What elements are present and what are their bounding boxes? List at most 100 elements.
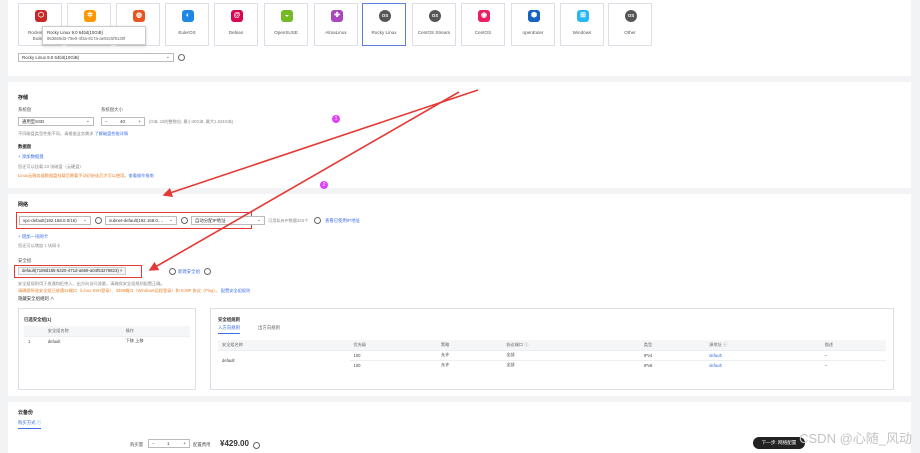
table-cell: default (43, 335, 122, 346)
refresh-icon[interactable] (181, 217, 188, 224)
disk-size-stepper[interactable]: − 40 + (101, 117, 145, 126)
watermark-text: CSDN @心随_风动 (799, 431, 912, 446)
hide-rules-toggle[interactable]: 隐藏安全组规则 ∧ (18, 296, 54, 302)
tooltip-image-id: 953669d3-79e0-4f3a-817a-ae92c5f9130f (47, 36, 126, 41)
refresh-icon[interactable] (314, 217, 321, 224)
refresh-icon[interactable] (178, 54, 185, 61)
data-disk-warning: Linux云服务器数据盘挂载后需要手动初始化后才可以使用。查看操作指南 (18, 173, 154, 178)
table-cell: IPv6 (639, 359, 706, 370)
opensuse-icon: ◒ (281, 10, 293, 22)
os-card-label: AlmaLinux (325, 30, 347, 35)
add-nic-button[interactable]: + 增加一块网卡 (18, 234, 48, 240)
configure-rules-link[interactable]: 配置安全组规则 (221, 288, 250, 293)
security-group-tag[interactable]: default(7189d185-5220-471d-a659-a04f5327… (18, 267, 127, 275)
column-header (24, 326, 44, 336)
table-cell: 允许 (436, 349, 503, 360)
disk-type-select[interactable]: 通用型SSD ⌄ (18, 117, 94, 126)
hexagon-icon: ⬡ (35, 10, 47, 22)
ip-mode-value: 自动分配IP地址 (195, 218, 226, 223)
chevron-down-icon: ⌄ (165, 54, 170, 60)
column-header: 策略 (436, 340, 503, 350)
security-group-hint: 安全组规则用于放通和拒绝入、出方向访问流量，请确保安全组规则配置正确。 (18, 281, 165, 286)
os-card-label: Other (624, 30, 636, 35)
table-cell: 100 (349, 349, 437, 360)
column-header: 安全组名称 (43, 326, 122, 336)
pinwheel-icon: ✲ (84, 10, 96, 22)
rules-title: 安全组规则 (218, 317, 240, 322)
os-card[interactable]: ◐ EulerOS (165, 3, 209, 46)
os-card[interactable]: ◉ CentOS (461, 3, 505, 46)
os-card-label: Debian (228, 30, 244, 35)
vpc-value: vpc-default(192.168.0.0/16) (23, 218, 77, 223)
view-used-ip-link[interactable]: 查看已使用IP地址 (325, 218, 360, 224)
centos-stream-icon: OS (429, 10, 441, 22)
os-card-label: CentOS Stream (417, 30, 451, 35)
column-header: 优先级 (349, 340, 437, 350)
os-card-label: Windows (572, 30, 592, 35)
column-header: 描述 (820, 340, 886, 350)
os-card[interactable]: ◒ OpenSUSE (264, 3, 308, 46)
os-card-label: Rocky Linux (371, 30, 397, 35)
windows-icon: ⊞ (577, 10, 589, 22)
table-cell[interactable]: default (705, 359, 821, 370)
os-card[interactable]: @ Debian (214, 3, 258, 46)
table-cell: 全部 (502, 359, 640, 370)
increment-button[interactable]: + (138, 118, 141, 125)
os-card[interactable]: OS Other (608, 3, 652, 46)
os-card[interactable]: OS CentOS Stream (412, 3, 456, 46)
private-ip-hint: 可用私有IP数量243个 (268, 218, 309, 223)
security-group-title: 安全组 (18, 258, 32, 263)
os-card[interactable]: ⬢ openEuler (511, 3, 555, 46)
euleros-icon: ◐ (182, 10, 194, 22)
table-row: default 100 允许 全部 IPv4 default -- (218, 349, 886, 370)
vpc-select[interactable]: vpc-default(192.168.0.0/16) ⌄ (19, 216, 91, 225)
backup-mode-label[interactable]: 购买方式 ⓘ (18, 420, 42, 429)
disk-size-label: 系统盘大小 (101, 107, 123, 112)
openeuler-icon: ⬢ (528, 10, 540, 22)
chevron-down-icon: ⌄ (82, 217, 87, 223)
subnet-value: subnet-default(192.168.0.… (109, 218, 164, 223)
storage-title: 存储 (18, 95, 29, 101)
next-button[interactable]: 下一步: 网络配置 (753, 437, 805, 449)
price-info-icon[interactable] (253, 442, 260, 449)
os-card-label: OpenSUSE (274, 30, 298, 35)
disk-performance-link[interactable]: 了解磁盘性能详情 (95, 131, 129, 136)
table-cell: 1 (24, 335, 44, 346)
table-cell[interactable]: default (705, 349, 821, 360)
os-card[interactable]: ⊞ Windows (560, 3, 604, 46)
annotation-marker-2: 2 (320, 181, 328, 189)
column-header: 类型 (639, 340, 706, 350)
image-version-value: Rocky Linux 9.0 64bit(10GiB) (22, 55, 80, 60)
table-cell[interactable]: 下移 上移 (121, 335, 190, 346)
disk-type-hint: 不同磁盘类型性能不同，请根据业务需求 了解磁盘性能详情 (18, 131, 129, 136)
ip-mode-select[interactable]: 自动分配IP地址 ⌄ (191, 216, 265, 225)
quantity-label: 购买量 (130, 442, 144, 447)
nic-count-hint: 您还可以增加 1 块网卡 (18, 243, 61, 248)
tab-inbound[interactable]: 入方向规则 (218, 325, 240, 334)
decrement-button[interactable]: − (105, 118, 108, 125)
subnet-select[interactable]: subnet-default(192.168.0.… ⌄ (105, 216, 177, 225)
refresh-icon[interactable] (169, 268, 176, 275)
price-label: 配置费用 (193, 442, 211, 447)
close-icon[interactable]: × (120, 268, 123, 273)
os-card[interactable]: ✤ AlmaLinux (314, 3, 358, 46)
table-cell: -- (820, 349, 886, 360)
quantity-stepper[interactable]: − 1 + (148, 439, 190, 448)
network-title: 网络 (18, 202, 29, 208)
increment-button[interactable]: + (183, 440, 186, 447)
table-cell: 全部 (502, 349, 640, 360)
os-card[interactable]: OS Rocky Linux (362, 3, 406, 46)
disk-type-label: 系统盘 (18, 107, 32, 112)
tab-outbound[interactable]: 出方向规则 (258, 325, 280, 333)
refresh-icon[interactable] (95, 217, 102, 224)
centos-icon: ◉ (478, 10, 490, 22)
decrement-button[interactable]: − (152, 440, 155, 447)
new-security-group-link[interactable]: 新建安全组 (178, 269, 200, 275)
operation-guide-link[interactable]: 查看操作指南 (129, 173, 154, 178)
help-icon[interactable] (204, 268, 211, 275)
disk-size-value: 40 (120, 119, 125, 124)
chevron-down-icon: ⌄ (256, 217, 261, 223)
security-group-warning: 请确保所选安全组已放通22端口（Linux SSH登录）、3389端口（Wind… (18, 288, 251, 293)
image-version-select[interactable]: Rocky Linux 9.0 64bit(10GiB) ⌄ (18, 53, 174, 62)
add-data-disk-button[interactable]: + 添加数据盘 (18, 154, 44, 160)
